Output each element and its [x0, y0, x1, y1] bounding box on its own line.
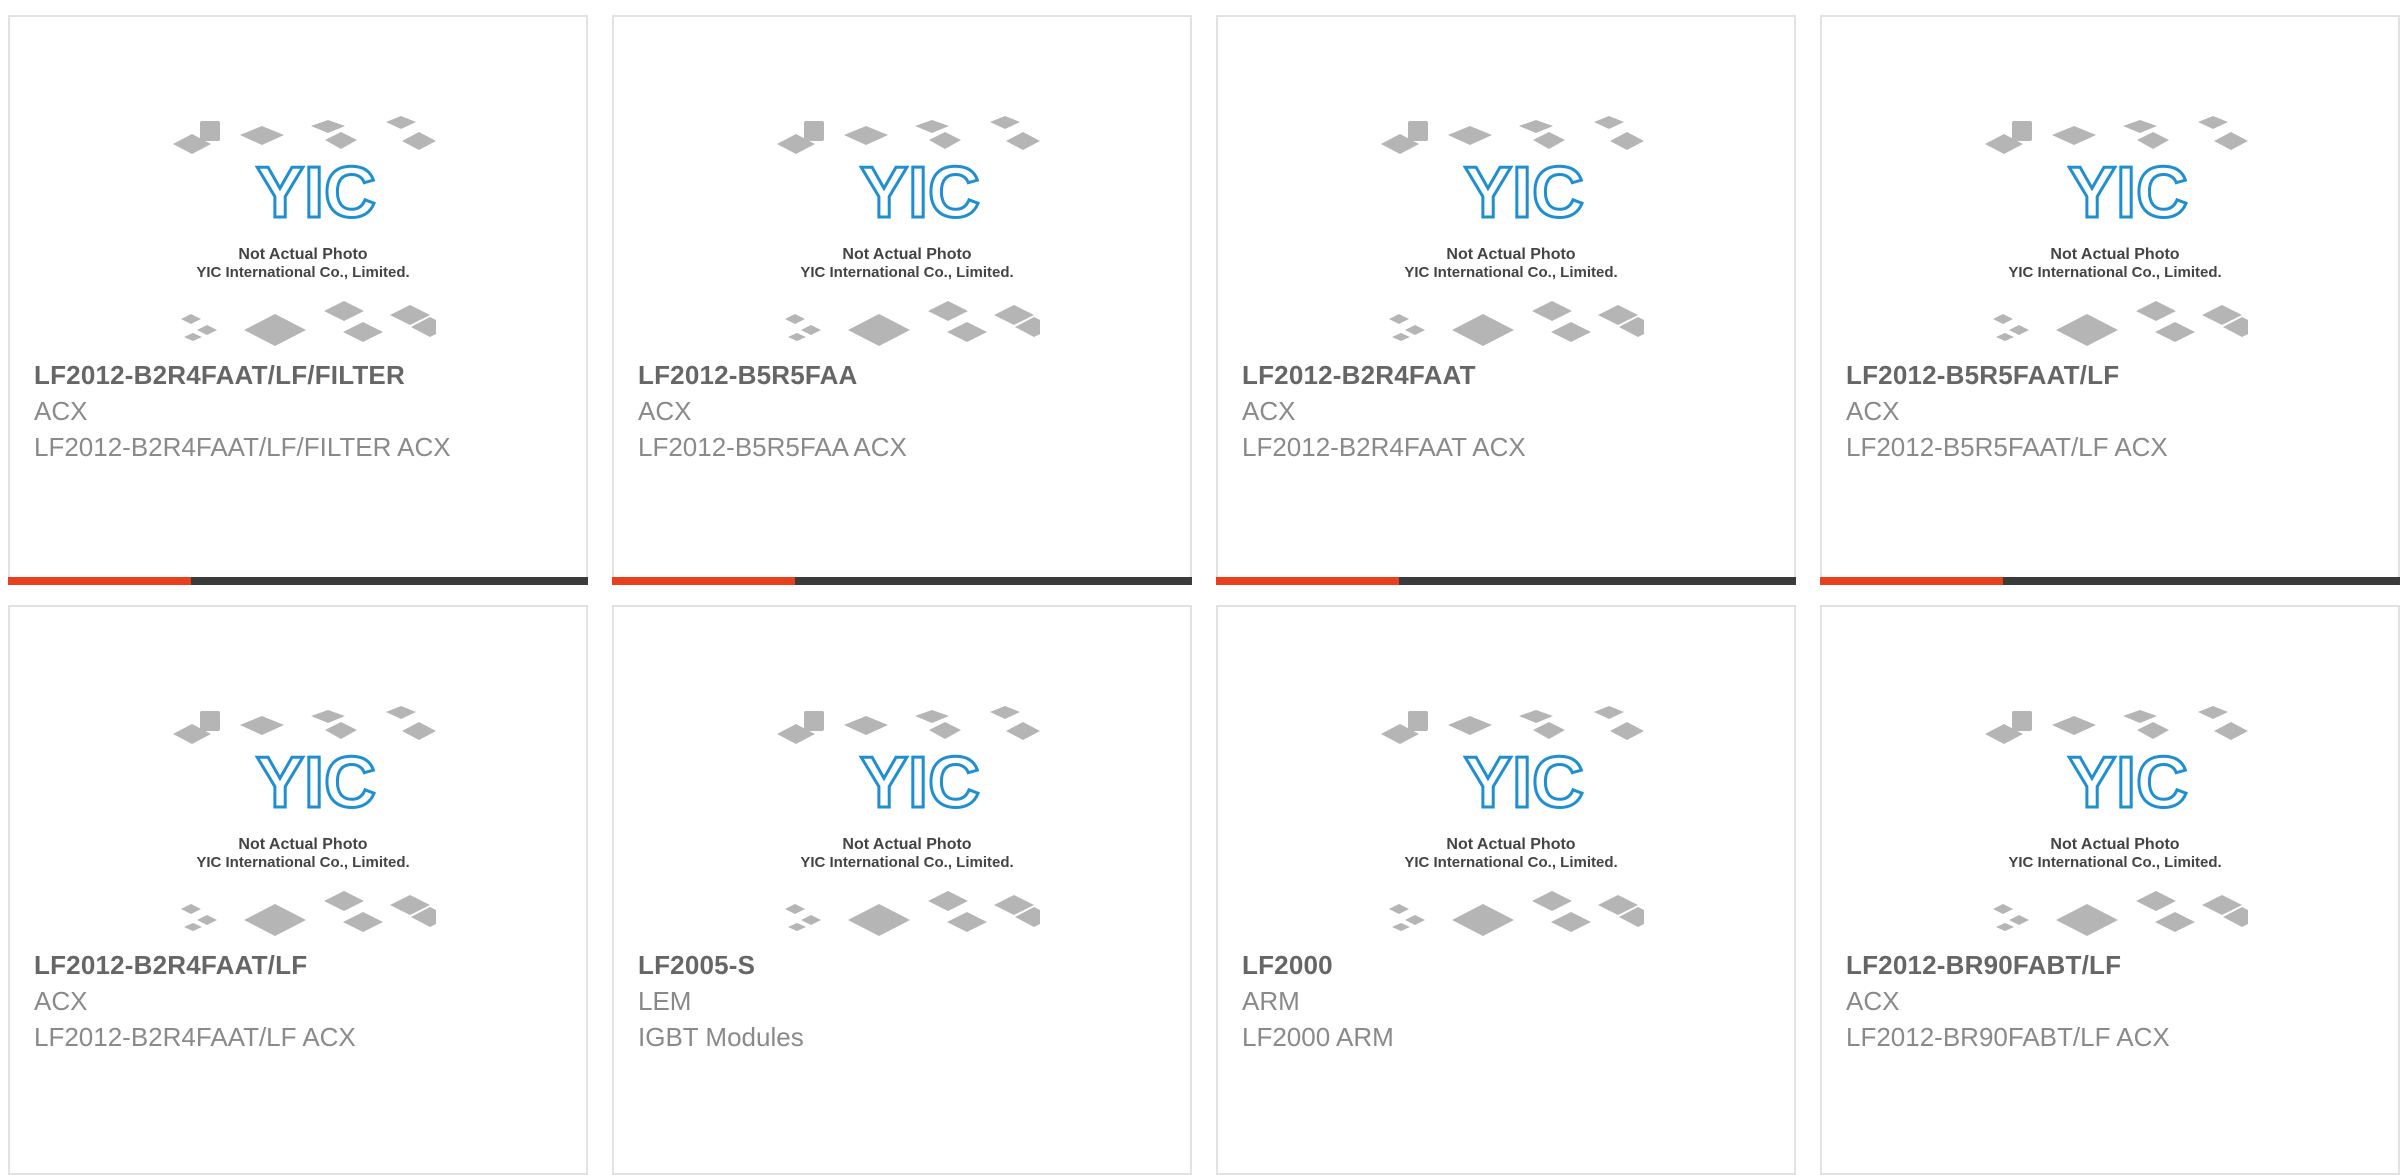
- photo-caption-line2: YIC International Co., Limited.: [800, 264, 1013, 281]
- yic-logo: YIC: [256, 153, 376, 233]
- photo-caption-line1: Not Actual Photo: [1446, 246, 1575, 263]
- product-part-number[interactable]: LF2012-B2R4FAAT/LF: [34, 947, 554, 983]
- photo-caption-line1: Not Actual Photo: [842, 246, 971, 263]
- product-grid: YIC Not Actual Photo YIC International C…: [8, 15, 2400, 1175]
- card-bottom-bar: [8, 577, 588, 585]
- product-part-number[interactable]: LF2005-S: [638, 947, 1158, 983]
- card-accent-bar: [8, 577, 191, 585]
- product-description: LF2000 ARM: [1242, 1022, 1394, 1052]
- product-info: LF2005-S LEM IGBT Modules: [638, 947, 1158, 1055]
- product-card[interactable]: YIC Not Actual Photo YIC International C…: [1820, 15, 2400, 585]
- card-bottom-bar: [612, 577, 1192, 585]
- card-accent-bar: [612, 577, 795, 585]
- yic-logo: YIC: [256, 743, 376, 823]
- product-part-number[interactable]: LF2012-B5R5FAAT/LF: [1846, 357, 2366, 393]
- yic-logo: YIC: [860, 743, 980, 823]
- yic-logo: YIC: [1464, 743, 1584, 823]
- product-info: LF2012-B2R4FAAT/LF/FILTER ACX LF2012-B2R…: [34, 357, 554, 465]
- not-actual-photo-image: YIC Not Actual Photo YIC International C…: [777, 116, 1040, 346]
- product-description: LF2012-B2R4FAAT/LF/FILTER ACX: [34, 432, 451, 462]
- card-accent-bar: [1216, 577, 1399, 585]
- photo-caption-line2: YIC International Co., Limited.: [2008, 264, 2221, 281]
- product-info: LF2012-BR90FABT/LF ACX LF2012-BR90FABT/L…: [1846, 947, 2366, 1055]
- product-card[interactable]: YIC Not Actual Photo YIC International C…: [612, 605, 1192, 1175]
- yic-logo: YIC: [2068, 153, 2188, 233]
- photo-caption-line1: Not Actual Photo: [842, 836, 971, 853]
- product-part-number[interactable]: LF2012-B2R4FAAT: [1242, 357, 1762, 393]
- product-description: LF2012-B2R4FAAT/LF ACX: [34, 1022, 356, 1052]
- product-card[interactable]: YIC Not Actual Photo YIC International C…: [612, 15, 1192, 585]
- product-card[interactable]: YIC Not Actual Photo YIC International C…: [8, 15, 588, 585]
- product-part-number[interactable]: LF2012-BR90FABT/LF: [1846, 947, 2366, 983]
- card-bottom-bar: [1216, 577, 1796, 585]
- photo-caption-line1: Not Actual Photo: [238, 246, 367, 263]
- photo-caption-line2: YIC International Co., Limited.: [1404, 264, 1617, 281]
- product-card[interactable]: YIC Not Actual Photo YIC International C…: [8, 605, 588, 1175]
- product-info: LF2012-B5R5FAA ACX LF2012-B5R5FAA ACX: [638, 357, 1158, 465]
- product-info: LF2000 ARM LF2000 ARM: [1242, 947, 1762, 1055]
- photo-caption-line1: Not Actual Photo: [2050, 246, 2179, 263]
- product-info: LF2012-B5R5FAAT/LF ACX LF2012-B5R5FAAT/L…: [1846, 357, 2366, 465]
- yic-logo: YIC: [2068, 743, 2188, 823]
- product-card[interactable]: YIC Not Actual Photo YIC International C…: [1216, 605, 1796, 1175]
- not-actual-photo-image: YIC Not Actual Photo YIC International C…: [777, 706, 1040, 936]
- product-description: LF2012-B5R5FAA ACX: [638, 432, 907, 462]
- photo-caption-line1: Not Actual Photo: [1446, 836, 1575, 853]
- not-actual-photo-image: YIC Not Actual Photo YIC International C…: [1985, 116, 2248, 346]
- product-manufacturer: ACX: [1846, 986, 1900, 1016]
- product-description: LF2012-B2R4FAAT ACX: [1242, 432, 1526, 462]
- photo-caption-line2: YIC International Co., Limited.: [196, 264, 409, 281]
- yic-logo: YIC: [860, 153, 980, 233]
- photo-caption-line2: YIC International Co., Limited.: [2008, 854, 2221, 871]
- product-part-number[interactable]: LF2012-B5R5FAA: [638, 357, 1158, 393]
- not-actual-photo-image: YIC Not Actual Photo YIC International C…: [173, 706, 436, 936]
- product-description: LF2012-BR90FABT/LF ACX: [1846, 1022, 2170, 1052]
- photo-caption-line2: YIC International Co., Limited.: [1404, 854, 1617, 871]
- photo-caption-line1: Not Actual Photo: [2050, 836, 2179, 853]
- not-actual-photo-image: YIC Not Actual Photo YIC International C…: [1381, 706, 1644, 936]
- photo-caption-line2: YIC International Co., Limited.: [800, 854, 1013, 871]
- product-description: IGBT Modules: [638, 1022, 804, 1052]
- product-manufacturer: ACX: [34, 986, 88, 1016]
- card-bottom-bar: [1820, 577, 2400, 585]
- product-part-number[interactable]: LF2000: [1242, 947, 1762, 983]
- not-actual-photo-image: YIC Not Actual Photo YIC International C…: [173, 116, 436, 346]
- product-manufacturer: ACX: [638, 396, 692, 426]
- product-card[interactable]: YIC Not Actual Photo YIC International C…: [1216, 15, 1796, 585]
- product-manufacturer: ARM: [1242, 986, 1300, 1016]
- product-part-number[interactable]: LF2012-B2R4FAAT/LF/FILTER: [34, 357, 554, 393]
- product-manufacturer: ACX: [34, 396, 88, 426]
- not-actual-photo-image: YIC Not Actual Photo YIC International C…: [1985, 706, 2248, 936]
- product-manufacturer: ACX: [1242, 396, 1296, 426]
- card-accent-bar: [1820, 577, 2003, 585]
- product-manufacturer: ACX: [1846, 396, 1900, 426]
- yic-logo: YIC: [1464, 153, 1584, 233]
- product-info: LF2012-B2R4FAAT/LF ACX LF2012-B2R4FAAT/L…: [34, 947, 554, 1055]
- not-actual-photo-image: YIC Not Actual Photo YIC International C…: [1381, 116, 1644, 346]
- product-info: LF2012-B2R4FAAT ACX LF2012-B2R4FAAT ACX: [1242, 357, 1762, 465]
- product-card[interactable]: YIC Not Actual Photo YIC International C…: [1820, 605, 2400, 1175]
- photo-caption-line2: YIC International Co., Limited.: [196, 854, 409, 871]
- product-description: LF2012-B5R5FAAT/LF ACX: [1846, 432, 2168, 462]
- photo-caption-line1: Not Actual Photo: [238, 836, 367, 853]
- product-manufacturer: LEM: [638, 986, 692, 1016]
